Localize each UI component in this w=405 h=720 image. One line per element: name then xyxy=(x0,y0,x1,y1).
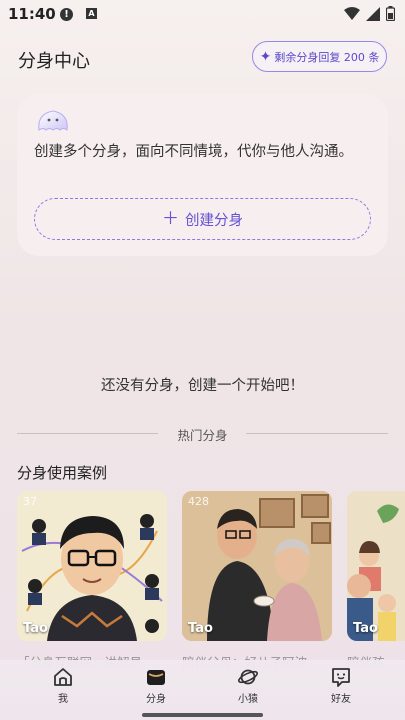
nav-item-avatars[interactable]: 分身 xyxy=(126,666,186,705)
battery-icon xyxy=(386,6,395,21)
status-icons xyxy=(344,6,395,21)
create-avatar-card: 创建多个分身，面向不同情境，代你与他人沟通。 ＋ 创建分身 xyxy=(17,94,388,256)
case-illustration xyxy=(17,491,167,641)
alert-icon: ! xyxy=(60,8,73,21)
chat-smile-icon xyxy=(332,668,350,687)
case-owner-name: Tao xyxy=(188,621,213,636)
divider-line-right xyxy=(246,433,388,434)
empty-state-text: 还没有分身，创建一个开始吧！ xyxy=(101,378,304,394)
nav-label-me: 我 xyxy=(58,694,68,705)
sparkle-icon: ✦ xyxy=(259,48,272,65)
remaining-replies-button[interactable]: ✦ 剩余分身回复 200 条 xyxy=(252,41,387,72)
nav-item-xiaoyuan[interactable]: 小猿 xyxy=(218,666,278,705)
create-avatar-button[interactable]: ＋ 创建分身 xyxy=(34,198,371,240)
page-title: 分身中心 xyxy=(18,51,90,72)
nav-label-avatars: 分身 xyxy=(146,694,166,705)
home-indicator xyxy=(142,713,263,717)
bottom-navigation: 我 分身 小猿 好友 xyxy=(0,660,405,720)
nav-item-me[interactable]: 我 xyxy=(33,666,93,705)
case-view-count: 428 xyxy=(188,495,209,508)
status-time: 11:40 xyxy=(8,5,56,23)
case-illustration xyxy=(347,491,405,641)
case-owner-name: Tao xyxy=(23,621,48,636)
case-view-count: 37 xyxy=(23,495,37,508)
wifi-icon xyxy=(344,6,360,20)
case-card[interactable]: 37 Tao xyxy=(17,491,167,641)
plus-icon: ＋ xyxy=(162,208,179,229)
hot-avatars-divider: 热门分身 xyxy=(17,424,388,444)
signal-icon xyxy=(366,6,380,21)
status-bar: 11:40 ! A xyxy=(0,0,405,30)
home-icon xyxy=(54,668,72,686)
nav-label-xiaoyuan: 小猿 xyxy=(238,694,258,705)
use-cases-carousel[interactable]: 37 Tao 「分身互联网」讲解员 428 Tao 陪伴父母：好儿子阿波 xyxy=(17,491,405,676)
case-illustration xyxy=(182,491,332,641)
ghost-mascot-icon xyxy=(38,110,68,131)
nav-label-friends: 好友 xyxy=(331,694,351,705)
create-avatar-description: 创建多个分身，面向不同情境，代你与他人沟通。 xyxy=(34,144,353,160)
use-cases-title: 分身使用案例 xyxy=(17,464,108,482)
case-card[interactable]: Tao xyxy=(347,491,405,641)
create-avatar-button-label: 创建分身 xyxy=(185,212,243,229)
case-card[interactable]: 428 Tao xyxy=(182,491,332,641)
planet-icon xyxy=(238,669,258,685)
remaining-replies-label: 剩余分身回复 200 条 xyxy=(274,50,380,64)
case-owner-name: Tao xyxy=(353,621,378,636)
nav-item-friends[interactable]: 好友 xyxy=(311,666,371,705)
hot-avatars-label: 热门分身 xyxy=(177,428,228,443)
app-notification-icon: A xyxy=(86,8,97,19)
avatars-icon xyxy=(147,670,165,685)
